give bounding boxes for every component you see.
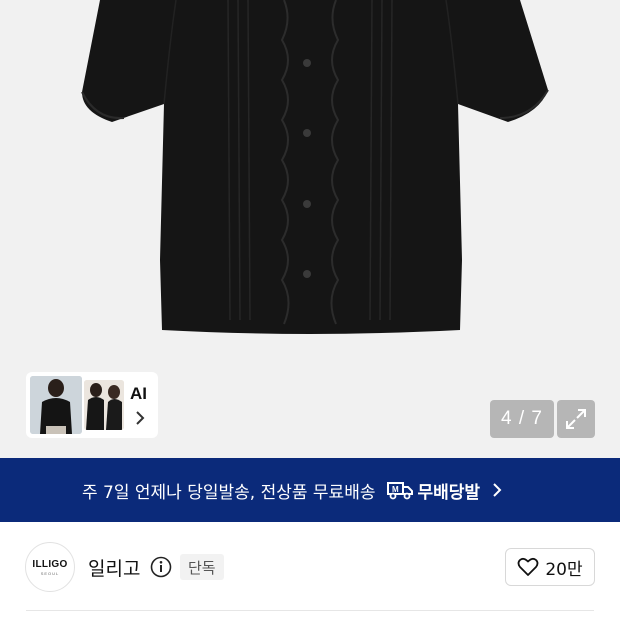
product-image-gallery[interactable]: AI 4 / 7 [0, 0, 620, 458]
brand-logo-subtext: SEOUL [40, 570, 60, 576]
brand-logo-text: ILLIGO [32, 558, 68, 570]
brand-name[interactable]: 일리고 [88, 554, 140, 581]
like-button[interactable]: 20만 [505, 548, 595, 586]
chevron-right-icon [493, 483, 502, 497]
delivery-badge-label: 무배당발 [417, 482, 481, 503]
brand-row: ILLIGO SEOUL 일리고 단독 20만 [0, 522, 620, 612]
like-count: 20만 [545, 559, 583, 580]
ai-styling-chip[interactable]: AI [26, 372, 158, 438]
divider [26, 610, 594, 611]
chevron-right-icon [136, 411, 145, 425]
expand-button[interactable] [557, 400, 595, 438]
info-icon[interactable] [150, 556, 172, 578]
image-page-counter: 4 / 7 [490, 400, 554, 438]
ai-model-thumbnail-1 [30, 376, 82, 434]
banner-text: 주 7일 언제나 당일발송, 전상품 무료배송 [82, 482, 376, 503]
delivery-truck-icon: M [387, 482, 414, 500]
brand-logo[interactable]: ILLIGO SEOUL [25, 542, 75, 592]
ai-label: AI [130, 384, 147, 403]
exclusive-badge: 단독 [180, 554, 224, 580]
expand-icon [566, 409, 586, 429]
ai-model-thumbnail-2 [84, 380, 124, 430]
delivery-banner[interactable]: 주 7일 언제나 당일발송, 전상품 무료배송 M 무배당발 [0, 458, 620, 522]
delivery-badge: M 무배당발 [387, 478, 480, 503]
heart-outline-icon [517, 557, 539, 576]
svg-text:M: M [392, 485, 399, 494]
